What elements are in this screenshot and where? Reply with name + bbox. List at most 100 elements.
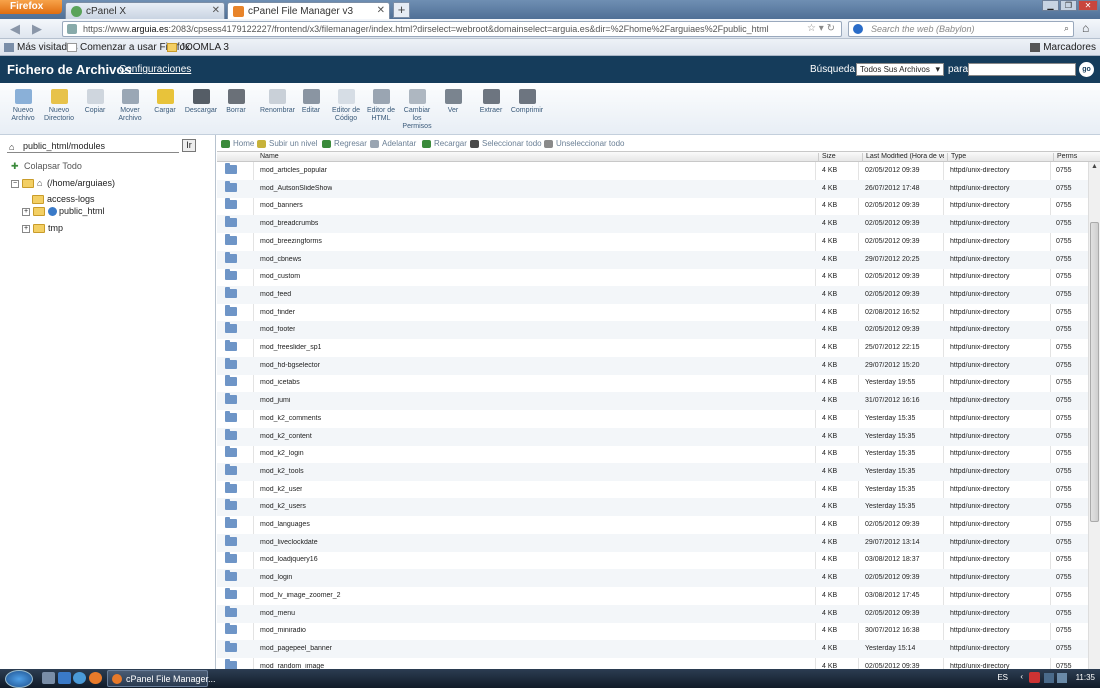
toolbar-button-8[interactable]: Renombrar <box>260 89 295 115</box>
table-row[interactable]: mod_cbnews 4 KB 29/07/2012 20:25 httpd/unix… <box>217 250 1088 269</box>
table-row[interactable]: mod_feed 4 KB 02/05/2012 09:39 httpd/unix-d… <box>217 285 1088 304</box>
internet-explorer-icon[interactable] <box>73 672 86 684</box>
bookmark-folder-joomla[interactable]: JOOMLA 3 <box>167 42 229 53</box>
table-row[interactable]: mod_login 4 KB 02/05/2012 09:39 httpd/unix-… <box>217 569 1088 588</box>
show-desktop-icon[interactable] <box>42 672 55 684</box>
tree-item-tmp[interactable]: + tmp <box>22 223 63 234</box>
url-bar[interactable]: https://www.arguia.es:2083/cpsess4179122… <box>62 21 842 37</box>
tree-expand-icon[interactable]: + <box>22 207 30 216</box>
tree-item-public-html[interactable]: + public_html <box>22 206 105 217</box>
maximize-icon[interactable]: ❐ <box>1060 0 1077 11</box>
table-row[interactable]: mod_custom 4 KB 02/05/2012 09:39 httpd/unix… <box>217 268 1088 286</box>
table-row[interactable]: mod_k2_comments 4 KB Yesterday 15:35 httpd/… <box>217 410 1088 428</box>
toolbar-button-13[interactable]: Ver <box>436 89 470 115</box>
new-tab-button[interactable]: + <box>393 2 410 18</box>
bookmark-star-icon[interactable]: ☆ <box>807 23 816 34</box>
settings-link[interactable]: Configuraciones <box>119 64 191 75</box>
network-icon[interactable] <box>1044 673 1054 683</box>
table-row[interactable]: mod_banners 4 KB 02/05/2012 09:39 httpd/uni… <box>217 197 1088 215</box>
table-row[interactable]: mod_languages 4 KB 02/05/2012 09:39 httpd/u… <box>217 516 1088 534</box>
toolbar-button-9[interactable]: Editar <box>294 89 328 115</box>
table-row[interactable]: mod_random_image 4 KB 02/05/2012 09:39 http… <box>217 658 1088 669</box>
table-row[interactable]: mod_loadjquery16 4 KB 03/08/2012 18:37 http… <box>217 551 1088 569</box>
tab-file-manager[interactable]: cPanel File Manager v3 ✕ <box>227 2 390 19</box>
antivirus-icon[interactable] <box>1029 672 1040 683</box>
toolbar-button-7[interactable]: Borrar <box>219 89 253 115</box>
toolbar-button-6[interactable]: Descargar <box>184 89 218 115</box>
filenav-forward[interactable]: Adelantar <box>370 139 416 148</box>
scroll-up-icon[interactable]: ▲ <box>1091 163 1098 170</box>
table-row[interactable]: mod_icetabs 4 KB Yesterday 19:55 httpd/unix… <box>217 374 1088 392</box>
table-row[interactable]: mod_pagepeel_banner 4 KB Yesterday 15:14 ht… <box>217 639 1088 658</box>
search-go-button[interactable]: go <box>1079 62 1094 77</box>
table-row[interactable]: mod_freeslider_sp1 4 KB 25/07/2012 22:15 ht… <box>217 339 1088 357</box>
filenav-back[interactable]: Regresar <box>322 139 367 148</box>
tree-expand-icon[interactable]: + <box>22 224 30 233</box>
filenav-home[interactable]: Home <box>221 139 254 148</box>
file-search-input[interactable] <box>968 63 1076 76</box>
collapse-all-button[interactable]: ✚ Colapsar Todo <box>11 161 82 171</box>
bookmarks-menu-button[interactable]: Marcadores <box>1030 42 1096 53</box>
taskbar-item-firefox[interactable]: cPanel File Manager... <box>107 670 216 687</box>
dropdown-icon[interactable]: ▾ <box>819 23 824 34</box>
filenav-up-level[interactable]: Subir un nivel <box>257 139 317 148</box>
start-button[interactable] <box>5 670 33 688</box>
scrollbar-thumb[interactable] <box>1090 222 1099 522</box>
firefox-menu-button[interactable]: Firefox <box>0 0 62 14</box>
table-row[interactable]: mod_breezingforms 4 KB 02/05/2012 09:39 htt… <box>217 233 1088 251</box>
vertical-scrollbar[interactable]: ▲ <box>1088 162 1100 669</box>
toolbar-button-4[interactable]: Mover Archivo <box>113 89 147 123</box>
back-arrow-icon[interactable]: ◀ <box>10 22 20 36</box>
minimize-icon[interactable]: ▁ <box>1042 0 1059 11</box>
forward-arrow-icon[interactable]: ▶ <box>32 22 42 36</box>
toolbar-button-10[interactable]: Editor de Código <box>329 89 363 123</box>
toolbar-button-12[interactable]: Cambiar los Permisos <box>400 89 434 131</box>
close-window-icon[interactable]: ✕ <box>1078 0 1098 11</box>
go-path-button[interactable]: Ir <box>182 139 196 152</box>
toolbar-button-15[interactable]: Comprimir <box>510 89 544 115</box>
tab-cpanel-x[interactable]: cPanel X ✕ <box>65 2 225 19</box>
table-row[interactable]: mod_breadcrumbs 4 KB 02/05/2012 09:39 httpd… <box>217 215 1088 234</box>
web-search-input[interactable]: Search the web (Babylon) ⌕ <box>848 21 1074 37</box>
search-icon[interactable]: ⌕ <box>1064 23 1069 34</box>
table-row[interactable]: mod_k2_user 4 KB Yesterday 15:35 httpd/unix… <box>217 481 1088 499</box>
explorer-icon[interactable] <box>58 672 71 684</box>
search-scope-select[interactable]: Todos Sus Archivos <box>856 63 944 76</box>
tree-item-access-logs[interactable]: access-logs <box>32 194 95 205</box>
site-identity-icon[interactable] <box>67 24 77 34</box>
volume-icon[interactable] <box>1057 673 1067 683</box>
table-row[interactable]: mod_liveclockdate 4 KB 29/07/2012 13:14 htt… <box>217 533 1088 552</box>
column-perms[interactable]: Perms <box>1053 153 1088 162</box>
table-row[interactable]: mod_AutsonSlideShow 4 KB 26/07/2012 17:48 h… <box>217 179 1088 198</box>
column-size[interactable]: Size <box>818 153 858 162</box>
tree-item-home[interactable]: − ⌂ (/home/arguiaes) <box>11 178 115 189</box>
table-row[interactable]: mod_footer 4 KB 02/05/2012 09:39 httpd/unix… <box>217 321 1088 340</box>
toolbar-button-11[interactable]: Editor de HTML <box>364 89 398 123</box>
table-row[interactable]: mod_articles_popular 4 KB 02/05/2012 09:39… <box>217 162 1088 180</box>
path-input[interactable]: ⌂ public_html/modules <box>7 141 179 153</box>
column-modified[interactable]: Last Modified (Hora de verano GMT) <box>862 153 944 162</box>
filenav-unselect-all[interactable]: Unseleccionar todo <box>544 139 624 148</box>
tray-expand-icon[interactable]: ‹ <box>1020 672 1023 681</box>
column-type[interactable]: Type <box>947 153 1049 162</box>
toolbar-button-2[interactable]: Nuevo Directorio <box>42 89 76 123</box>
column-name[interactable]: Name <box>257 153 813 162</box>
toolbar-button-1[interactable]: Nuevo Archivo <box>6 89 40 123</box>
table-row[interactable]: mod_k2_users 4 KB Yesterday 15:35 httpd/uni… <box>217 498 1088 517</box>
toolbar-button-14[interactable]: Extraer <box>474 89 508 115</box>
language-indicator[interactable]: ES <box>997 673 1008 682</box>
table-row[interactable]: mod_k2_login 4 KB Yesterday 15:35 httpd/uni… <box>217 445 1088 463</box>
filenav-reload[interactable]: Recargar <box>422 139 467 148</box>
clock[interactable]: 11:35 <box>1076 673 1095 682</box>
filenav-select-all[interactable]: Seleccionar todo <box>470 139 542 148</box>
toolbar-button-3[interactable]: Copiar <box>78 89 112 115</box>
close-tab-icon[interactable]: ✕ <box>212 5 220 16</box>
search-engine-icon[interactable] <box>853 24 863 34</box>
table-row[interactable]: mod_k2_content 4 KB Yesterday 15:35 httpd/u… <box>217 427 1088 446</box>
table-row[interactable]: mod_finder 4 KB 02/08/2012 16:52 httpd/unix… <box>217 304 1088 322</box>
table-row[interactable]: mod_menu 4 KB 02/05/2012 09:39 httpd/unix-d… <box>217 604 1088 623</box>
toolbar-button-5[interactable]: Cargar <box>148 89 182 115</box>
table-row[interactable]: mod_miniradio 4 KB 30/07/2012 16:38 httpd/u… <box>217 622 1088 640</box>
tree-collapse-icon[interactable]: − <box>11 179 19 188</box>
table-row[interactable]: mod_lv_image_zoomer_2 4 KB 03/08/2012 17:4… <box>217 587 1088 605</box>
